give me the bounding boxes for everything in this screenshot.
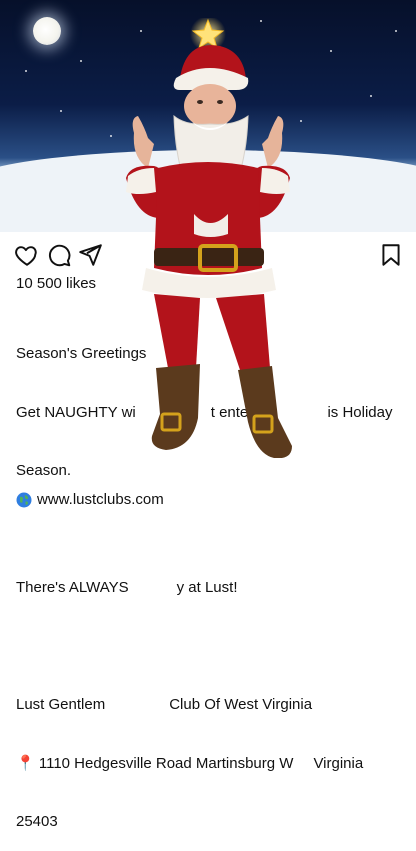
caption-line: 📍 1110 Hedgesville Road Martinsburg W Vir…	[16, 754, 364, 772]
website-link[interactable]: www.lustclubs.com	[16, 491, 164, 508]
moon	[33, 17, 61, 45]
caption-line: Lust Gentlem Club Of West Virginia	[16, 696, 313, 713]
like-count[interactable]: 10 500 likes	[16, 275, 96, 292]
heart-icon[interactable]	[14, 242, 40, 268]
caption-line: Season.	[16, 462, 72, 479]
caption-line: There's ALWAYS y at Lust!	[16, 579, 238, 596]
santa-sticker	[126, 18, 292, 458]
globe-icon	[16, 492, 32, 507]
location-pin-icon: 📍	[16, 754, 35, 772]
comment-icon[interactable]	[46, 242, 72, 268]
caption-line	[16, 520, 401, 540]
caption-line: 25403	[16, 813, 58, 830]
bookmark-icon[interactable]	[378, 242, 404, 268]
caption-line	[16, 637, 401, 657]
website-url[interactable]: www.lustclubs.com	[37, 491, 164, 508]
